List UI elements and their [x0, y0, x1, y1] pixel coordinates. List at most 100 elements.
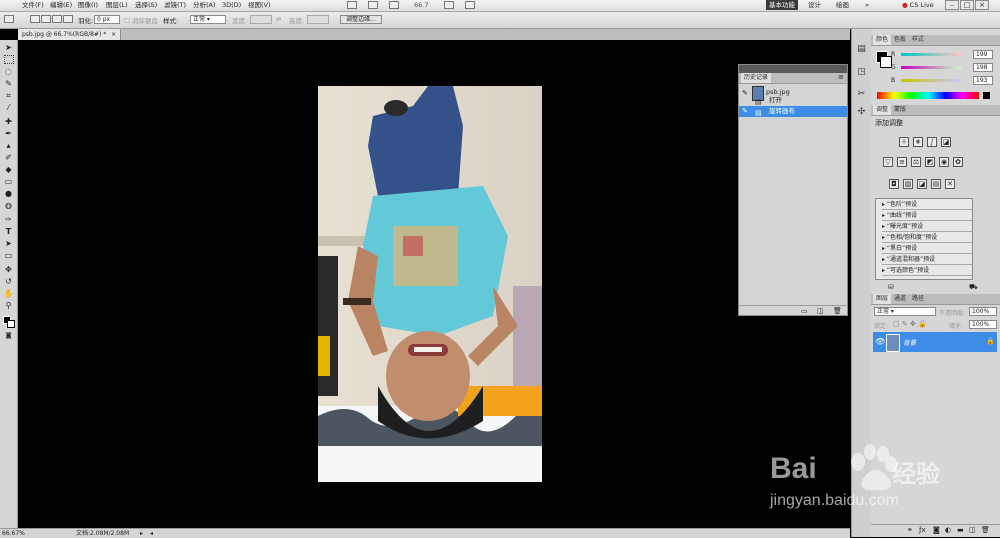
close-icon[interactable]: ×: [975, 0, 989, 10]
lock-icons[interactable]: ▢ ✎ ✥ 🔒: [893, 320, 927, 328]
bw-icon[interactable]: ◩: [925, 157, 935, 167]
workspace-basic[interactable]: 基本功能: [766, 0, 798, 10]
screen-mode-icon[interactable]: [465, 1, 475, 9]
history-step-active[interactable]: ✎ ▤ 旋转画布: [739, 106, 847, 117]
maximize-icon[interactable]: □: [960, 0, 974, 10]
quick-select-icon[interactable]: ✎: [3, 79, 14, 88]
tab-paths[interactable]: 路径: [909, 294, 927, 304]
history-panel-header[interactable]: [739, 65, 847, 73]
adjust-return-icon[interactable]: ⛁: [888, 283, 894, 291]
document-image[interactable]: [318, 86, 542, 482]
add-mask-icon[interactable]: ◙: [933, 526, 940, 534]
menu-select[interactable]: 选择(S): [135, 0, 157, 11]
shape-tool-icon[interactable]: ▭: [3, 251, 14, 260]
channel-mixer-icon[interactable]: ✿: [953, 157, 963, 167]
blur-tool-icon[interactable]: ●: [3, 189, 14, 198]
link-layers-icon[interactable]: ⚭: [907, 526, 913, 534]
brightness-icon[interactable]: ☼: [899, 137, 909, 147]
scissors-icon[interactable]: ✂: [856, 89, 867, 99]
marquee-tool-icon[interactable]: [4, 55, 14, 64]
panel-menu-icon[interactable]: ≡: [838, 73, 844, 81]
fill-input[interactable]: 100%: [969, 320, 997, 329]
hue-sat-icon[interactable]: ≡: [897, 157, 907, 167]
tab-close-icon[interactable]: ×: [111, 31, 116, 38]
preset-item[interactable]: ▸ “通道混和器”预设: [882, 255, 972, 265]
pen-tool-icon[interactable]: ✑: [3, 215, 14, 224]
3d-rotate-icon[interactable]: ✥: [3, 265, 14, 274]
dodge-tool-icon[interactable]: ◍: [3, 201, 14, 210]
spectrum-black[interactable]: [983, 92, 990, 99]
panel-dock-icon[interactable]: ▤: [856, 44, 867, 54]
menu-file[interactable]: 文件(F): [22, 0, 44, 11]
move-tool-icon[interactable]: ➤: [3, 43, 14, 52]
minimize-icon[interactable]: –: [945, 0, 959, 10]
menu-filter[interactable]: 滤镜(T): [164, 0, 186, 11]
new-document-icon[interactable]: ▭: [801, 307, 808, 315]
new-selection-icon[interactable]: [30, 15, 40, 23]
eye-icon[interactable]: 👁: [875, 337, 885, 346]
tools-dock-icon[interactable]: ✣: [856, 107, 867, 117]
refine-edge-button[interactable]: 调整边缘...: [340, 15, 382, 24]
mini-bridge-icon[interactable]: [368, 1, 378, 9]
tab-history[interactable]: 历史记录: [741, 73, 772, 83]
layer-name[interactable]: 背景: [903, 337, 916, 347]
blend-mode-select[interactable]: 正常 ▾: [874, 307, 936, 316]
arrange-icon[interactable]: [444, 1, 454, 9]
menu-view[interactable]: 视图(V): [248, 0, 271, 11]
workspace-paint[interactable]: 绘画: [833, 0, 852, 10]
history-brush-icon[interactable]: ✎: [742, 106, 748, 117]
add-selection-icon[interactable]: [41, 15, 51, 23]
document-tab[interactable]: psb.jpg @ 66.7%(RGB/8#) * ×: [18, 29, 122, 40]
healing-brush-icon[interactable]: ✚: [3, 117, 14, 126]
opacity-input[interactable]: 100%: [969, 307, 997, 316]
menu-edit[interactable]: 编辑(E): [50, 0, 72, 11]
green-value[interactable]: 198: [973, 63, 993, 72]
levels-icon[interactable]: ⩨: [913, 137, 923, 147]
preset-item[interactable]: ▸ “黑白”预设: [882, 244, 972, 254]
preset-item[interactable]: ▸ “色阶”预设: [882, 200, 972, 210]
background-color-icon[interactable]: [7, 320, 15, 328]
menu-layer[interactable]: 图层(L): [106, 0, 128, 11]
crop-tool-icon[interactable]: ⌗: [3, 91, 14, 100]
trash-icon[interactable]: 🗑: [833, 307, 842, 315]
menu-analysis[interactable]: 分析(A): [193, 0, 216, 11]
layer-row[interactable]: 👁 背景 🔒: [873, 332, 997, 352]
hand-tool-icon[interactable]: ✋: [3, 289, 14, 298]
delete-layer-icon[interactable]: 🗑: [981, 526, 990, 534]
gradient-map-icon[interactable]: ▤: [931, 179, 941, 189]
marquee-preset-icon[interactable]: [4, 15, 14, 23]
new-layer-icon[interactable]: ◫: [969, 526, 976, 534]
preset-item[interactable]: ▸ “曲线”预设: [882, 211, 972, 221]
preset-item[interactable]: ▸ “色相/饱和度”预设: [882, 233, 972, 243]
new-snapshot-icon[interactable]: ◫: [817, 307, 824, 315]
type-tool-icon[interactable]: T: [3, 227, 14, 236]
width-input[interactable]: [250, 15, 272, 24]
path-select-icon[interactable]: ➤: [3, 239, 14, 248]
tab-layers[interactable]: 图层: [873, 294, 892, 304]
group-icon[interactable]: ▬: [957, 526, 964, 534]
exposure-icon[interactable]: ◪: [941, 137, 951, 147]
workspace-design[interactable]: 设计: [805, 0, 824, 10]
preset-item[interactable]: ▸ “可选颜色”预设: [882, 266, 972, 276]
cs-live-button[interactable]: ● CS Live: [899, 0, 937, 10]
curves-icon[interactable]: ∫: [927, 137, 937, 147]
history-dock-icon[interactable]: ◳: [856, 67, 867, 77]
subtract-selection-icon[interactable]: [52, 15, 62, 23]
threshold-icon[interactable]: ◪: [917, 179, 927, 189]
invert-icon[interactable]: ◘: [889, 179, 899, 189]
tab-swatches[interactable]: 色板: [891, 35, 909, 45]
green-slider[interactable]: G 198: [891, 63, 997, 72]
zoom-tool-icon[interactable]: ⚲: [3, 301, 14, 310]
tab-adjustments[interactable]: 调整: [873, 105, 892, 115]
swap-icon[interactable]: ⇄: [276, 15, 281, 23]
intersect-selection-icon[interactable]: [63, 15, 73, 23]
style-select[interactable]: 正常 ▾: [190, 15, 226, 24]
gradient-tool-icon[interactable]: ▭: [3, 177, 14, 186]
extras-icon[interactable]: [389, 1, 399, 9]
height-input[interactable]: [307, 15, 329, 24]
blue-slider[interactable]: B 193: [891, 76, 997, 85]
history-brush-icon[interactable]: ✐: [3, 153, 14, 162]
fx-icon[interactable]: ƒx: [919, 526, 926, 534]
tab-styles[interactable]: 样式: [909, 35, 927, 45]
blue-value[interactable]: 193: [973, 76, 993, 85]
